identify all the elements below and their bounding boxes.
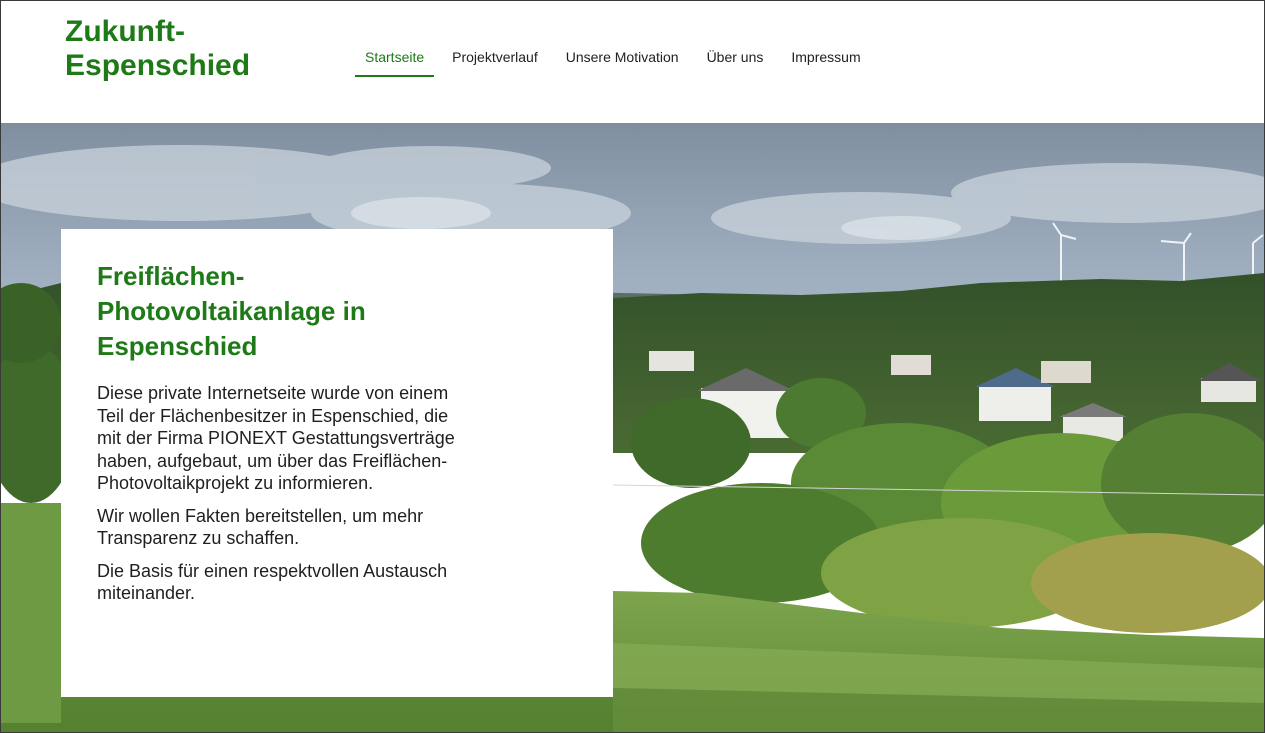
nav-item-unsere-motivation[interactable]: Unsere Motivation <box>552 41 693 77</box>
nav-item-ueber-uns[interactable]: Über uns <box>693 41 778 77</box>
site-header: Zukunft- Espenschied Startseite Projektv… <box>1 1 1264 123</box>
nav-item-startseite[interactable]: Startseite <box>351 41 438 77</box>
hero-info-card: Freiflächen-Photovoltaikanlage in Espens… <box>61 229 613 697</box>
main-navigation: Startseite Projektverlauf Unsere Motivat… <box>351 41 875 77</box>
hero-paragraph-intro: Diese private Internetseite wurde von ei… <box>97 383 455 493</box>
page-frame: Zukunft- Espenschied Startseite Projektv… <box>0 0 1265 733</box>
hero-paragraph-basis: Die Basis für einen respektvollen Austau… <box>97 560 448 604</box>
hero-section: Freiflächen-Photovoltaikanlage in Espens… <box>1 123 1264 732</box>
nav-item-projektverlauf[interactable]: Projektverlauf <box>438 41 552 77</box>
hero-title: Freiflächen-Photovoltaikanlage in Espens… <box>97 261 366 361</box>
hero-paragraph-facts: Wir wollen Fakten bereitstellen, um mehr… <box>97 505 424 549</box>
site-title-link[interactable]: Zukunft- Espenschied <box>65 15 305 83</box>
nav-item-impressum[interactable]: Impressum <box>777 41 874 77</box>
